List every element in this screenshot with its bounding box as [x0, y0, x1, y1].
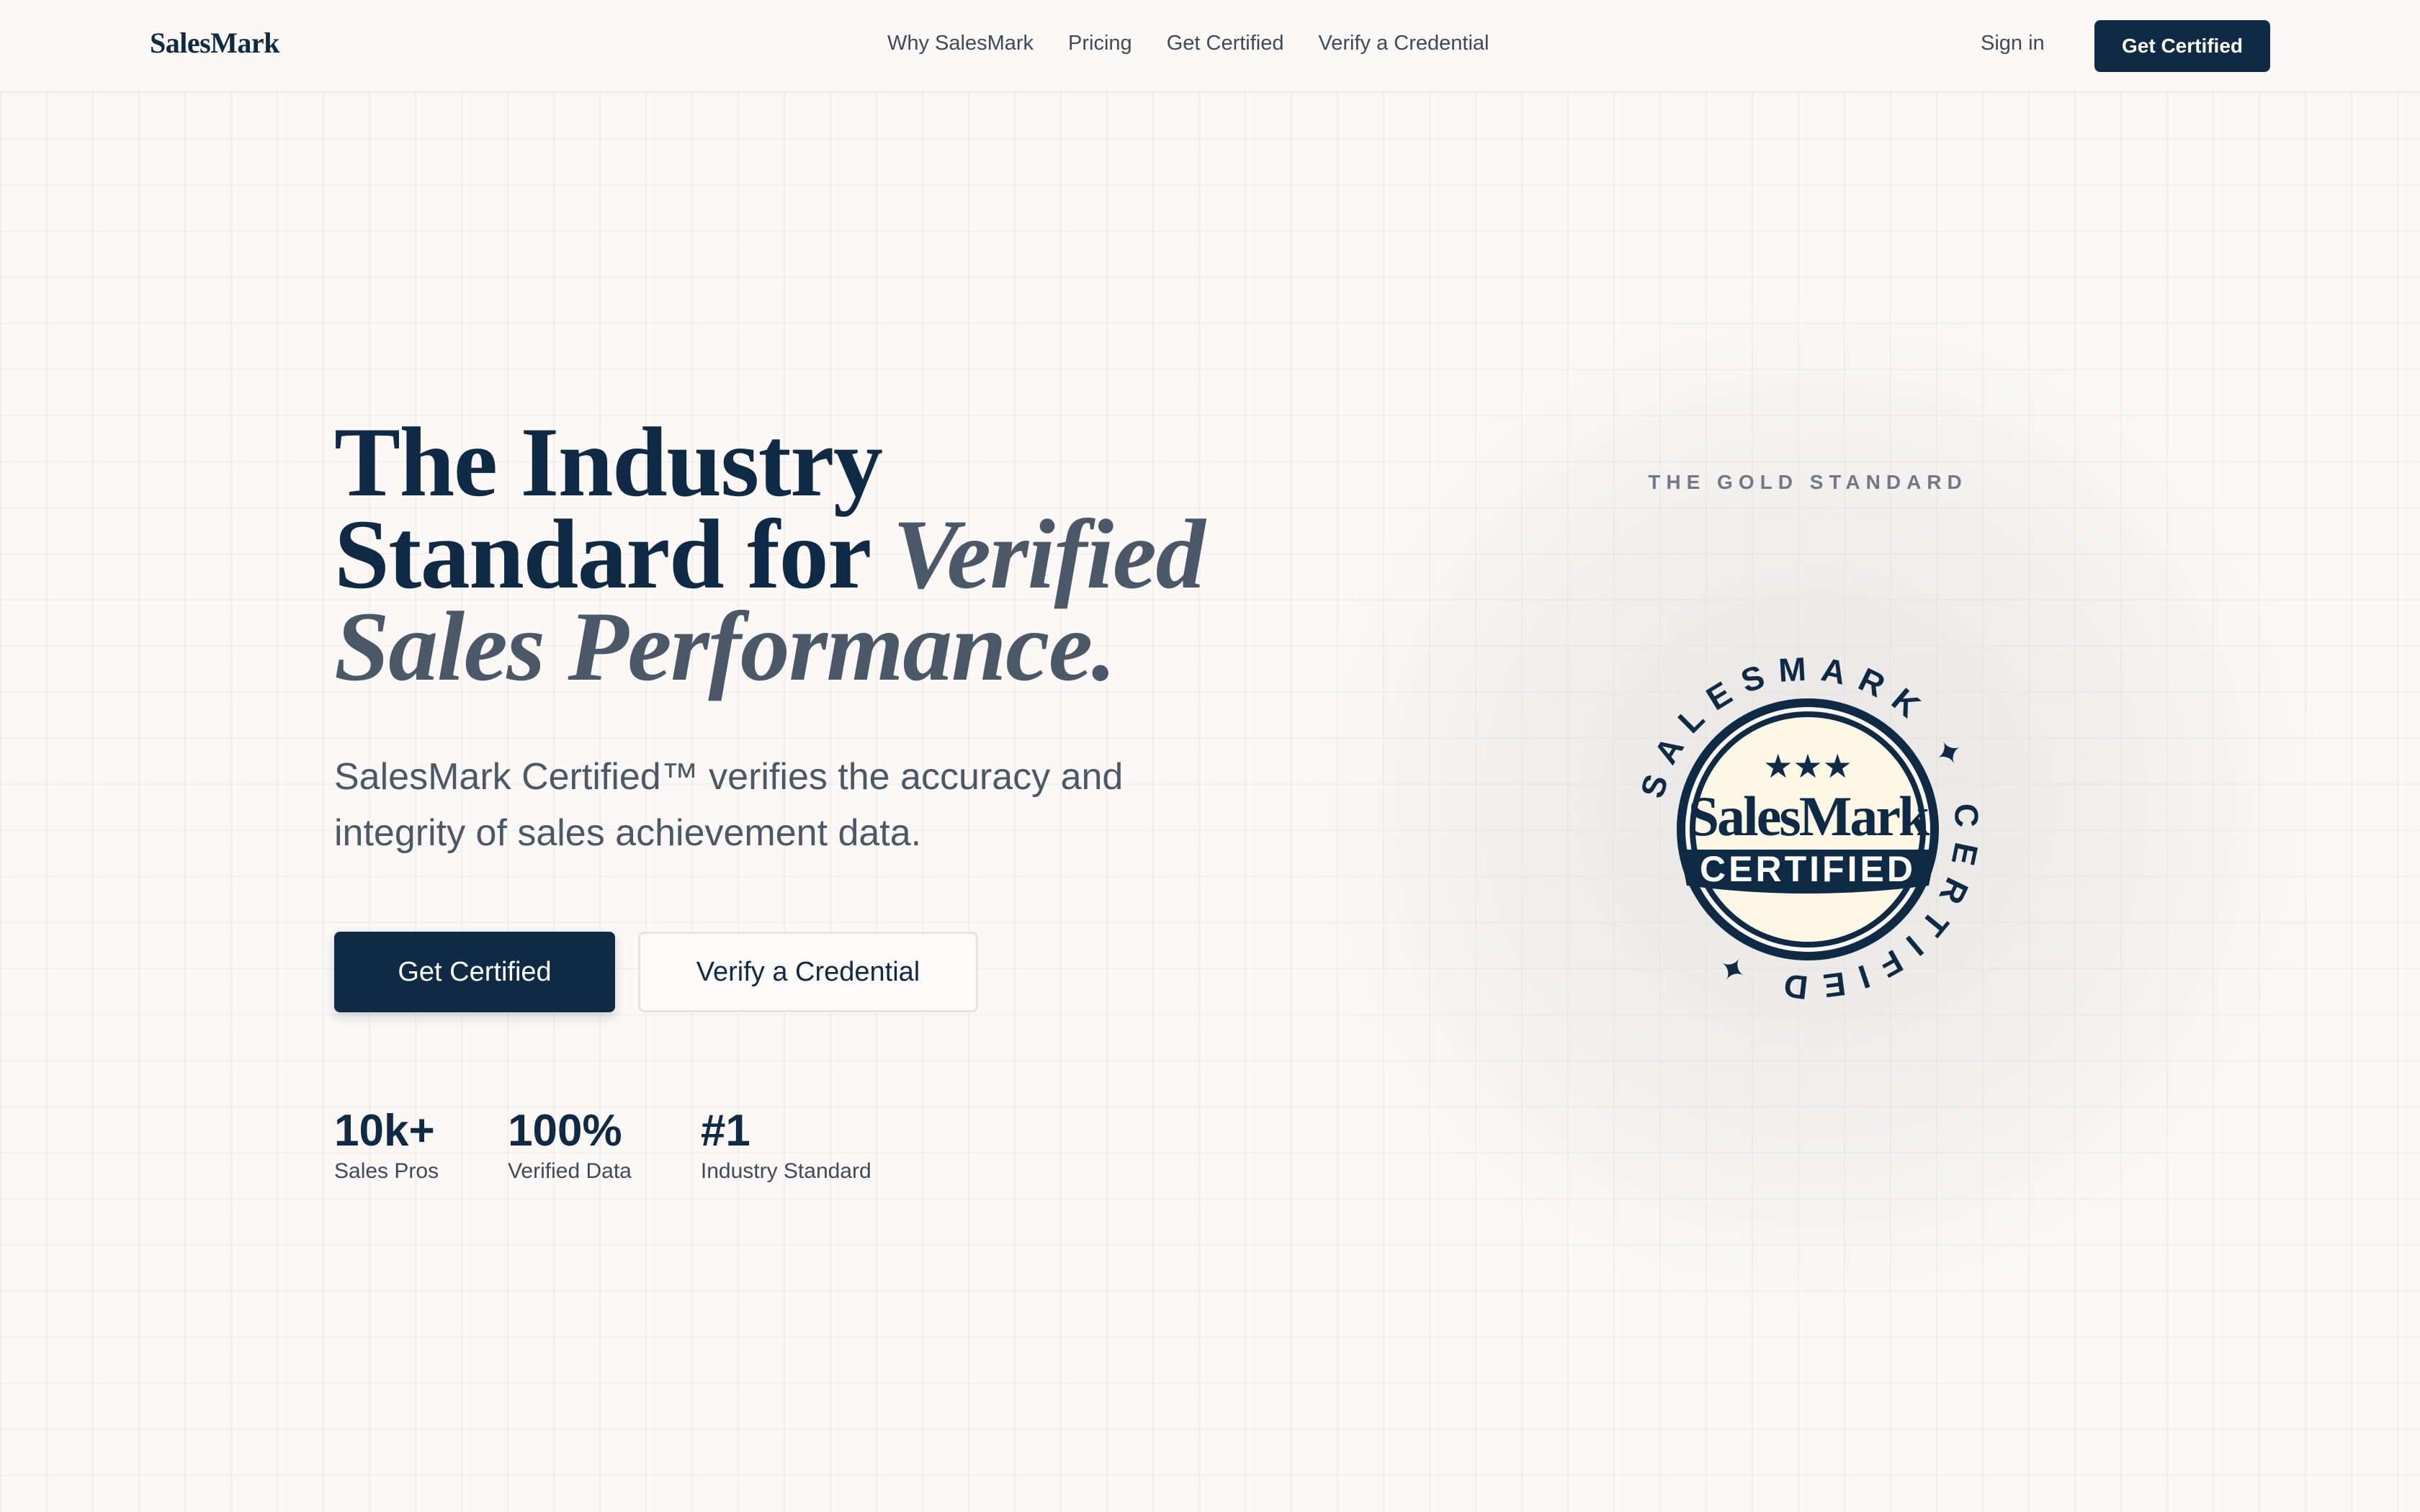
stat-verified-data: 100% Verified Data: [508, 1106, 632, 1184]
gold-standard-eyebrow: THE GOLD STANDARD: [1648, 471, 1968, 493]
stat-label: Sales Pros: [334, 1159, 439, 1183]
stat-sales-pros: 10k+ Sales Pros: [334, 1106, 439, 1184]
stat-value: 10k+: [334, 1106, 435, 1156]
verify-credential-button[interactable]: Verify a Credential: [638, 932, 978, 1012]
nav-link-why-salesmark[interactable]: Why SalesMark: [887, 32, 1034, 55]
hero-title-emphasis-sales-performance: Sales Performance.: [334, 591, 1116, 701]
stats-row: 10k+ Sales Pros 100% Verified Data #1 In…: [334, 1106, 871, 1184]
top-navigation: SalesMark Why SalesMark Pricing Get Cert…: [0, 0, 2420, 92]
stat-label: Industry Standard: [700, 1159, 871, 1183]
nav-links: Why SalesMark Pricing Get Certified Veri…: [887, 32, 1489, 55]
hero-subtitle: SalesMark Certified™ verifies the accura…: [334, 756, 1124, 854]
sign-in-link[interactable]: Sign in: [1981, 32, 2045, 55]
stat-value: #1: [700, 1106, 750, 1156]
nav-link-pricing[interactable]: Pricing: [1068, 32, 1132, 55]
nav-link-verify-credential[interactable]: Verify a Credential: [1319, 32, 1489, 55]
stat-label: Verified Data: [508, 1159, 632, 1183]
hero-title: The Industry Standard for Verified Sales…: [334, 413, 1328, 696]
stat-industry-standard: #1 Industry Standard: [701, 1106, 871, 1184]
certified-badge-seal: SALESMARK ✦ CERTIFIED ✦ ★★★ SalesMark CE…: [1633, 649, 1973, 1007]
nav-get-certified-button[interactable]: Get Certified: [2094, 20, 2270, 72]
badge-wordmark: SalesMark: [1688, 785, 1930, 847]
stat-value: 100%: [508, 1106, 622, 1156]
nav-link-get-certified[interactable]: Get Certified: [1167, 32, 1284, 55]
badge-stars-icon: ★★★: [1763, 747, 1852, 785]
get-certified-button[interactable]: Get Certified: [334, 932, 615, 1012]
badge-banner-text: CERTIFIED: [1700, 849, 1916, 889]
brand-logo[interactable]: SalesMark: [150, 26, 279, 60]
